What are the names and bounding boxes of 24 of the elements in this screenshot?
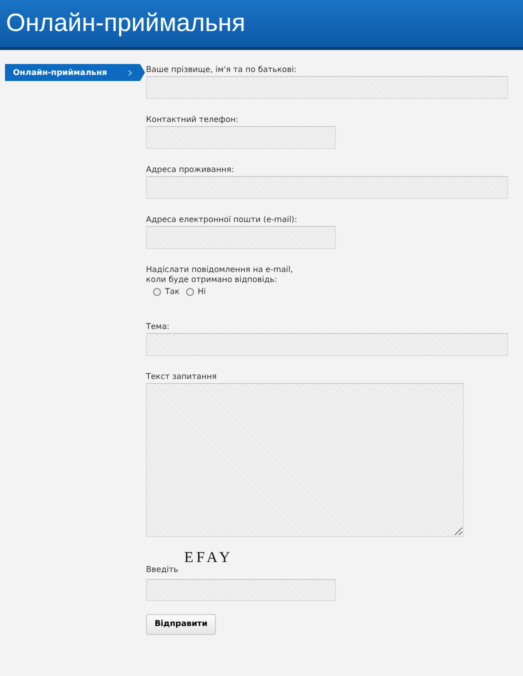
captcha-code: EFAY xyxy=(184,549,233,568)
input-field[interactable] xyxy=(146,578,336,600)
input-field[interactable] xyxy=(146,176,508,199)
input-field[interactable] xyxy=(146,76,508,99)
radio-button[interactable] xyxy=(153,288,161,296)
submit-button[interactable]: Відправити xyxy=(146,614,216,634)
input-field[interactable] xyxy=(146,126,336,149)
sidebar-item[interactable]: Онлайн-приймальня xyxy=(5,64,145,81)
input-field[interactable] xyxy=(146,333,508,356)
field-label: Адреса проживання: xyxy=(146,165,236,175)
page-title: Онлайн-приймальня xyxy=(6,9,246,37)
radio-label[interactable]: Так xyxy=(165,286,180,298)
field-label: Тема: xyxy=(146,322,170,332)
radio-button[interactable] xyxy=(186,288,194,296)
field-label: Адреса електронної пошти (e-mail): xyxy=(146,215,298,225)
input-field[interactable] xyxy=(146,226,336,249)
field-label: Введіть xyxy=(146,564,178,576)
field-label: Текст запитання xyxy=(146,372,218,382)
field-label: Ваше прізвище, ім'я та по батькові: xyxy=(146,65,298,75)
chevron-icon xyxy=(128,70,132,76)
field-label: Контактний телефон: xyxy=(146,115,240,125)
radio-label[interactable]: Ні xyxy=(198,286,206,298)
field-label: Надіслати повідомлення на e-mail, коли буде отримано відповідь: xyxy=(146,265,294,285)
text-area[interactable] xyxy=(146,383,464,537)
